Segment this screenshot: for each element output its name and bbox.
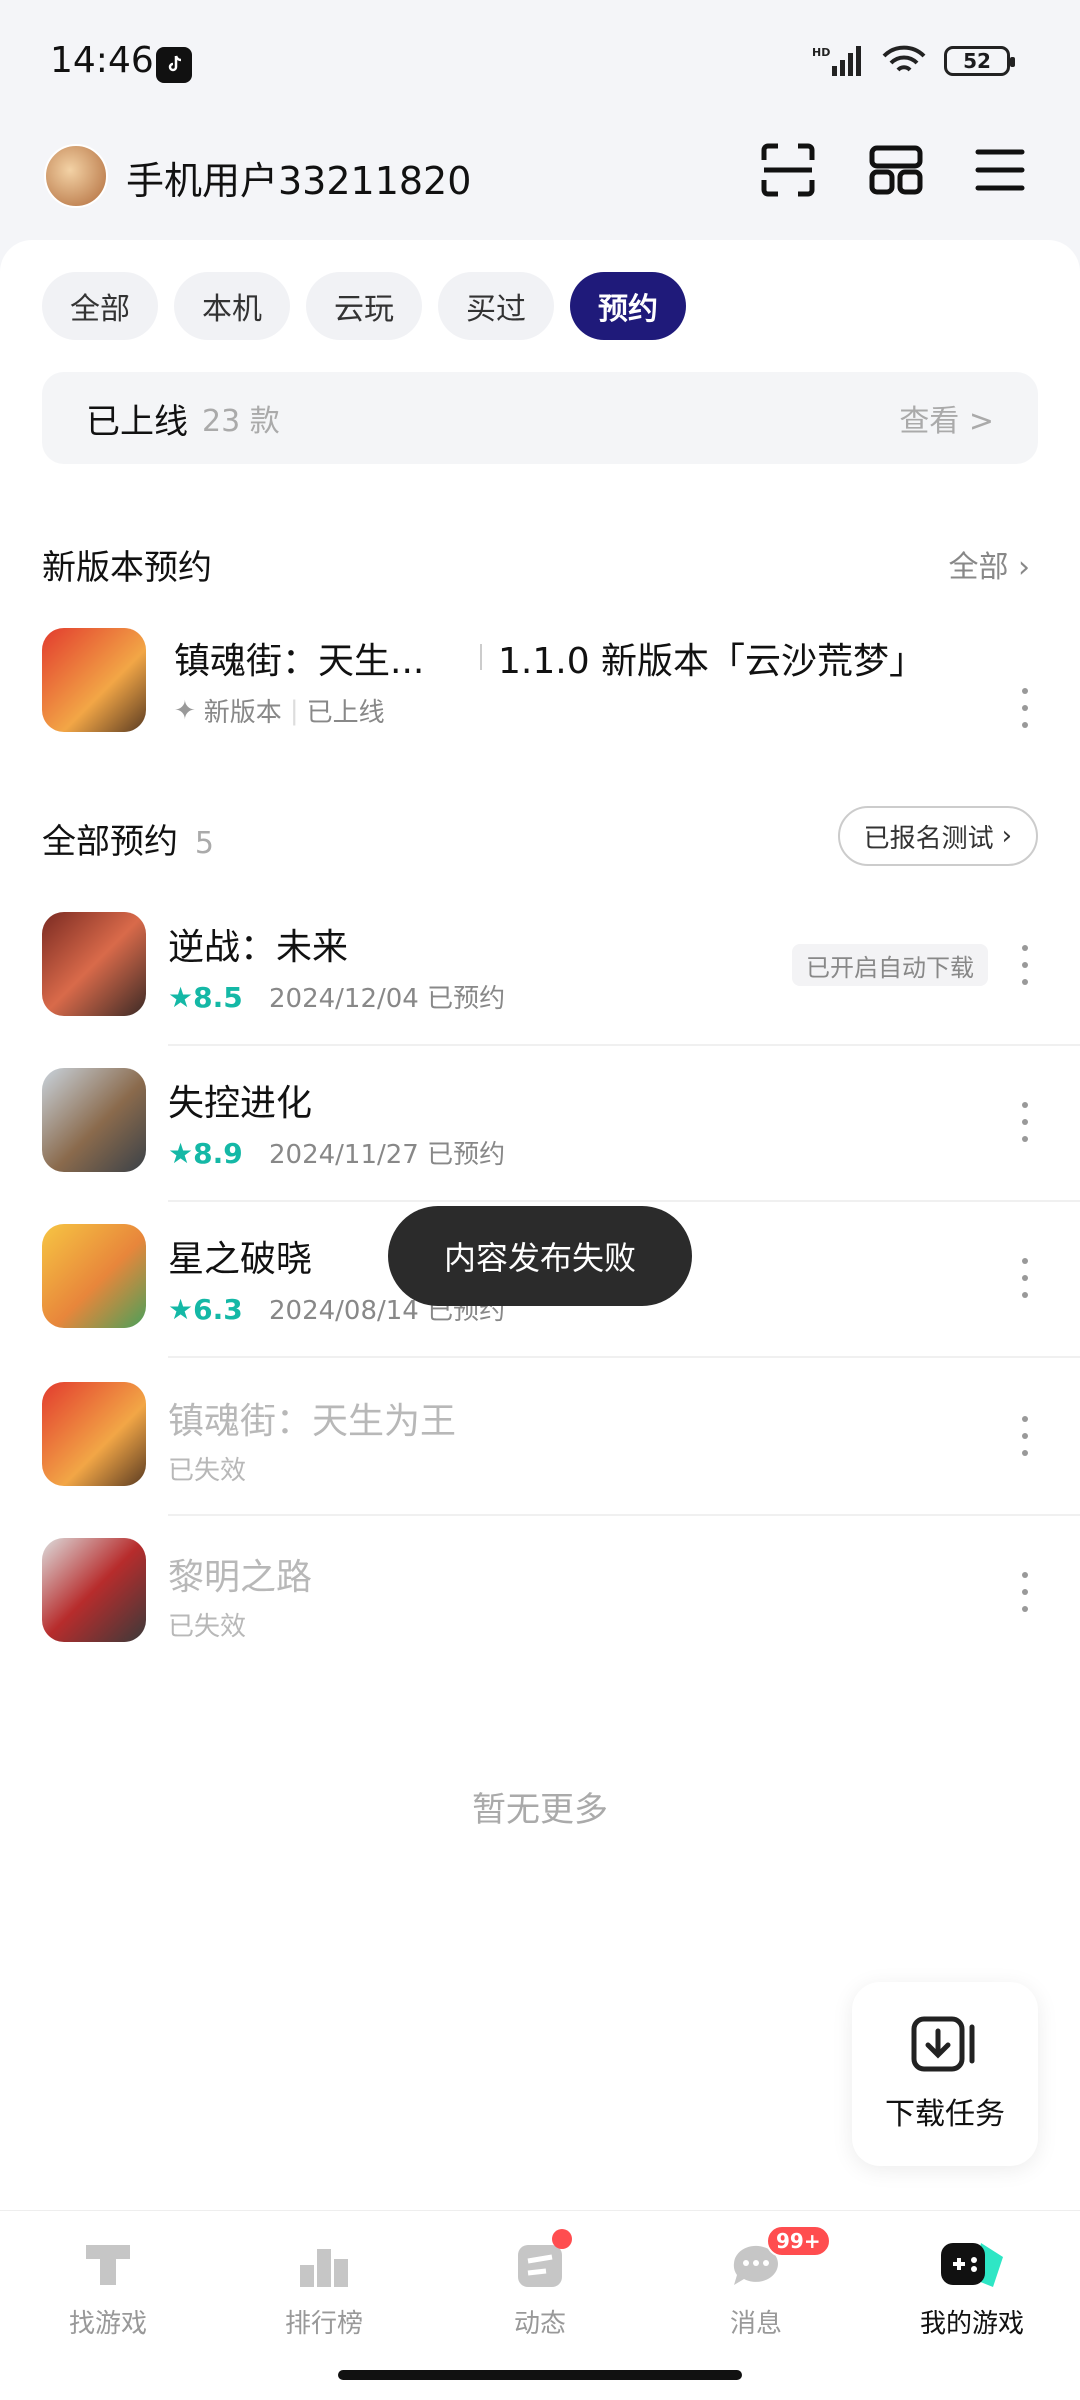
game-name[interactable]: 星之破晓 [168,1230,312,1282]
online-bar[interactable]: 已上线 23 款 查看 > [42,372,1038,464]
meta-separator: | [289,695,299,726]
star-icon: ★ [168,981,194,1014]
chevron-right-icon: › [1001,821,1012,851]
registered-test-button[interactable]: 已报名测试 › [837,806,1038,866]
download-icon [911,2016,975,2072]
game-name[interactable]: 失控进化 [168,1074,312,1126]
expired-status: 已失效 [168,1456,247,1486]
row-divider [168,1200,1080,1202]
more-options-icon[interactable] [1020,1416,1030,1456]
reservations-title: 全部预约 5 [42,814,214,863]
no-more-text: 暂无更多 [472,1790,608,1830]
wifi-icon [882,45,926,72]
rankings-icon [300,2249,348,2287]
reservations-title-label: 全部预约 [42,822,178,862]
signal-icon: HD [812,46,861,76]
battery-indicator: 52 [944,46,1015,76]
chip-reserved[interactable]: 预约 [570,272,686,340]
new-version-detail: 1.1.0 新版本「云沙荒梦」 [498,641,926,682]
sparkle-icon: ✦ [174,695,196,726]
filter-chips: 全部 本机 云玩 买过 预约 [42,272,686,340]
star-icon: ★ [168,1293,194,1326]
game-icon-xingzhi[interactable] [42,1224,146,1328]
new-version-game-name[interactable]: 镇魂街：天生... [174,632,424,684]
expired-status: 已失效 [168,1612,247,1642]
new-version-status: 已上线 [306,698,385,728]
status-time: 14:46 [50,40,154,81]
grid-layout-icon[interactable] [866,140,926,200]
new-version-tag: 新版本 [203,698,282,728]
online-title: 已上线 [86,401,188,442]
game-name[interactable]: 黎明之路 [168,1548,312,1600]
new-version-all-link[interactable]: 全部 › [948,542,1030,586]
game-rating: 8.9 [193,1137,243,1170]
chevron-right-icon: › [1018,550,1030,585]
new-version-all-label: 全部 [948,550,1009,585]
row-divider [168,1356,1080,1358]
reservations-count: 5 [194,826,214,861]
more-options-icon[interactable] [1020,1102,1030,1142]
registered-test-label: 已报名测试 [863,823,994,854]
game-name[interactable]: 逆战：未来 [168,918,348,970]
chip-all[interactable]: 全部 [42,272,158,340]
new-version-title: 新版本预约 [42,548,212,588]
download-task-label: 下载任务 [885,2097,1005,2132]
scan-icon[interactable] [758,140,818,200]
row-divider [168,1044,1080,1046]
tab-label: 排行榜 [284,2309,363,2339]
auto-download-badge: 已开启自动下载 [792,944,988,986]
star-icon: ★ [168,1137,194,1170]
game-name[interactable]: 镇魂街：天生为王 [168,1392,456,1444]
game-icon-liming[interactable] [42,1538,146,1642]
game-meta: ★8.9 2024/11/27 已预约 [168,1134,505,1171]
game-meta: ★8.5 2024/12/04 已预约 [168,978,505,1015]
more-options-icon[interactable] [1020,688,1030,728]
new-version-meta: ✦ 新版本 | 已上线 [174,692,385,729]
tab-my-games[interactable]: 我的游戏 [864,2211,1080,2400]
tab-label: 找游戏 [68,2309,147,2339]
status-icons: HD 52 [812,44,1015,78]
reserve-date: 2024/12/04 已预约 [268,984,506,1014]
chip-purchased[interactable]: 买过 [438,272,554,340]
game-rating: 6.3 [193,1293,243,1326]
avatar[interactable] [44,144,108,208]
tab-label: 我的游戏 [919,2309,1024,2339]
find-games-icon [86,2245,130,2285]
my-games-icon [941,2243,1003,2287]
username[interactable]: 手机用户33211820 [126,150,471,205]
home-indicator[interactable] [338,2370,742,2380]
online-view-link[interactable]: 查看 > [899,396,994,440]
tab-find-games[interactable]: 找游戏 [0,2211,216,2400]
game-icon-nizhan[interactable] [42,912,146,1016]
game-icon-shikong[interactable] [42,1068,146,1172]
game-rating: 8.5 [193,981,243,1014]
game-icon-zhenhunjie[interactable] [42,628,146,732]
svg-text:HD: HD [812,46,830,59]
online-count: 23 款 [202,404,280,439]
notification-dot [552,2229,572,2249]
message-badge: 99+ [766,2225,831,2257]
more-options-icon[interactable] [1020,1258,1030,1298]
game-icon-zhenhunjie[interactable] [42,1382,146,1486]
tiktok-icon [156,47,192,83]
tab-label: 消息 [729,2309,782,2339]
chip-local[interactable]: 本机 [174,272,290,340]
more-options-icon[interactable] [1020,1572,1030,1612]
toast-message: 内容发布失败 [388,1206,692,1306]
chip-cloud[interactable]: 云玩 [306,272,422,340]
download-task-button[interactable]: 下载任务 [852,1982,1038,2166]
separator [480,644,482,670]
menu-icon[interactable] [970,140,1030,200]
reserve-date: 2024/11/27 已预约 [268,1140,506,1170]
more-options-icon[interactable] [1020,945,1030,985]
tab-label: 动态 [513,2309,566,2339]
row-divider [168,1514,1080,1516]
